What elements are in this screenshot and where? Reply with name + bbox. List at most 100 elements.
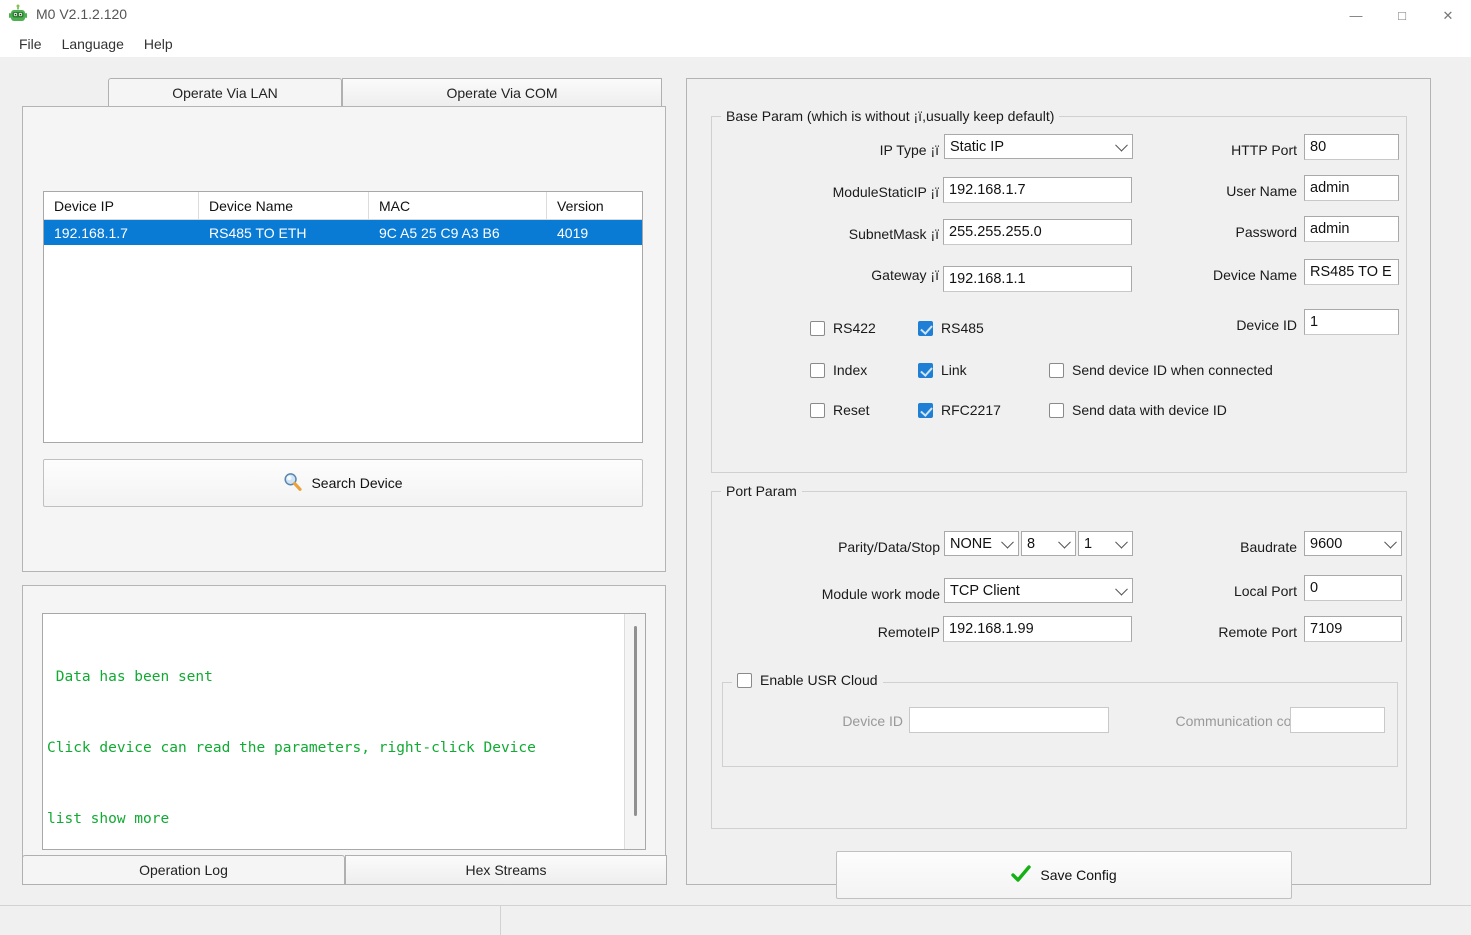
checkbox-reset[interactable]: Reset (810, 402, 870, 418)
operate-tab-strip: Operate Via LAN Operate Via COM (108, 78, 662, 107)
communication-code-input[interactable] (1290, 707, 1385, 733)
checkbox-link-box[interactable] (918, 362, 933, 378)
password-input[interactable]: admin (1304, 216, 1399, 242)
checkbox-rs485[interactable]: RS485 (918, 320, 984, 336)
close-button[interactable]: ✕ (1425, 0, 1471, 31)
port-param-title: Port Param (721, 483, 802, 499)
cell-version: 4019 (557, 224, 589, 241)
data-bits-select[interactable]: 8 (1021, 531, 1076, 556)
title-bar-left: M0 V2.1.2.120 (8, 4, 127, 24)
log-lines: Data has been sent Click device can read… (43, 614, 623, 849)
cell-mac: 9C A5 25 C9 A3 B6 (379, 224, 500, 241)
checkbox-rfc2217-box[interactable] (918, 402, 933, 418)
checkbox-link[interactable]: Link (918, 362, 967, 378)
stop-bits-select[interactable]: 1 (1078, 531, 1133, 556)
module-work-mode-select[interactable]: TCP Client (944, 578, 1133, 603)
menu-help[interactable]: Help (135, 33, 182, 55)
config-panel: Base Param (which is without ¡ï,usually … (686, 78, 1431, 899)
checkbox-send-data-with-device-id[interactable]: Send data with device ID (1049, 402, 1227, 418)
checkbox-send-device-id-when-connected-box[interactable] (1049, 362, 1064, 378)
operation-log-box[interactable]: Data has been sent Click device can read… (42, 613, 646, 850)
log-line: Data has been sent (47, 668, 213, 685)
save-config-button[interactable]: Save Config (836, 851, 1292, 899)
column-header-device-name: Device Name (199, 192, 369, 219)
cloud-device-id-label: Device ID (842, 713, 903, 729)
baudrate-select[interactable]: 9600 (1304, 531, 1402, 556)
checkbox-rs422-label: RS422 (833, 320, 876, 336)
checkbox-rs485-box[interactable] (918, 320, 933, 336)
tab-operate-via-lan-label: Operate Via LAN (172, 84, 278, 101)
tab-operate-via-com[interactable]: Operate Via COM (342, 78, 662, 107)
device-name-label: Device Name (1212, 267, 1297, 283)
device-id-input[interactable]: 1 (1304, 309, 1399, 335)
checkbox-reset-label: Reset (833, 402, 870, 418)
client-area: Operate Via LAN Operate Via COM Device I… (0, 57, 1471, 905)
tab-operation-log[interactable]: Operation Log (22, 855, 345, 885)
ip-type-select[interactable]: Static IP (944, 134, 1133, 159)
tab-hex-streams[interactable]: Hex Streams (345, 855, 667, 885)
parity-select[interactable]: NONE (944, 531, 1019, 556)
table-row[interactable]: 192.168.1.7 RS485 TO ETH 9C A5 25 C9 A3 … (44, 220, 642, 245)
checkbox-index[interactable]: Index (810, 362, 867, 378)
tab-operate-via-lan[interactable]: Operate Via LAN (108, 78, 342, 107)
checkbox-reset-box[interactable] (810, 402, 825, 418)
search-device-button[interactable]: Search Device (43, 459, 643, 507)
chevron-down-icon (1384, 535, 1397, 549)
checkbox-enable-usr-cloud-box[interactable] (737, 672, 752, 688)
module-static-ip-label: ModuleStaticIP ¡ï (832, 184, 939, 200)
checkbox-index-box[interactable] (810, 362, 825, 378)
checkbox-rfc2217-label: RFC2217 (941, 402, 1001, 418)
local-port-input[interactable]: 0 (1304, 575, 1402, 601)
device-table-header: Device IP Device Name MAC Version (44, 192, 642, 220)
chevron-down-icon (1001, 535, 1014, 549)
chevron-down-icon (1058, 535, 1071, 549)
maximize-button[interactable]: □ (1379, 0, 1425, 31)
checkbox-link-label: Link (941, 362, 967, 378)
user-name-input[interactable]: admin (1304, 175, 1399, 201)
search-device-label: Search Device (311, 475, 403, 491)
data-bits-value: 8 (1027, 535, 1036, 552)
device-table[interactable]: Device IP Device Name MAC Version 192.16… (43, 191, 643, 443)
chevron-down-icon (1115, 535, 1128, 549)
checkbox-rs422[interactable]: RS422 (810, 320, 876, 336)
http-port-input[interactable]: 80 (1304, 134, 1399, 160)
robot-icon (8, 4, 28, 24)
checkbox-rfc2217[interactable]: RFC2217 (918, 402, 1001, 418)
remote-ip-label: RemoteIP (877, 624, 940, 640)
device-name-input[interactable]: RS485 TO E (1304, 259, 1399, 285)
cloud-device-id-input[interactable] (909, 707, 1109, 733)
minimize-button[interactable]: — (1333, 0, 1379, 31)
checkbox-index-label: Index (833, 362, 868, 378)
log-scrollbar-thumb[interactable] (634, 626, 637, 816)
checkbox-send-device-id-when-connected-label: Send device ID when connected (1072, 362, 1273, 378)
checkbox-rs422-box[interactable] (810, 320, 825, 336)
device-id-label: Device ID (1236, 317, 1297, 333)
menu-file[interactable]: File (10, 33, 51, 55)
menu-language[interactable]: Language (53, 33, 133, 55)
module-static-ip-input[interactable]: 192.168.1.7 (943, 177, 1132, 203)
chevron-down-icon (1115, 582, 1128, 596)
remote-ip-input[interactable]: 192.168.1.99 (943, 616, 1132, 642)
checkbox-enable-usr-cloud[interactable]: Enable USR Cloud (732, 672, 883, 688)
cell-device-name: RS485 TO ETH (209, 224, 307, 241)
checkbox-rs485-label: RS485 (941, 320, 984, 336)
ip-type-label: IP Type ¡ï (879, 142, 939, 158)
communication-code-label: Communication code (1175, 713, 1307, 729)
log-line: Click device can read the parameters, ri… (47, 739, 536, 756)
cell-device-ip: 192.168.1.7 (54, 224, 128, 241)
window-title: M0 V2.1.2.120 (36, 6, 128, 22)
log-scrollbar[interactable] (624, 614, 645, 849)
checkbox-send-device-id-when-connected[interactable]: Send device ID when connected (1049, 362, 1273, 378)
subnet-mask-input[interactable]: 255.255.255.0 (943, 219, 1132, 245)
baudrate-value: 9600 (1310, 535, 1343, 552)
tab-hex-streams-label: Hex Streams (465, 862, 547, 878)
parity-data-stop-label: Parity/Data/Stop (838, 539, 940, 555)
checkbox-send-data-with-device-id-box[interactable] (1049, 402, 1064, 418)
base-param-title: Base Param (which is without ¡ï,usually … (721, 108, 1060, 124)
column-header-mac: MAC (369, 192, 547, 219)
usr-cloud-group: Enable USR Cloud Device ID Communication… (722, 672, 1398, 767)
checkbox-enable-usr-cloud-label: Enable USR Cloud (760, 672, 878, 688)
module-work-mode-label: Module work mode (821, 586, 940, 602)
parity-value: NONE (950, 535, 992, 552)
remote-port-input[interactable]: 7109 (1304, 616, 1402, 642)
